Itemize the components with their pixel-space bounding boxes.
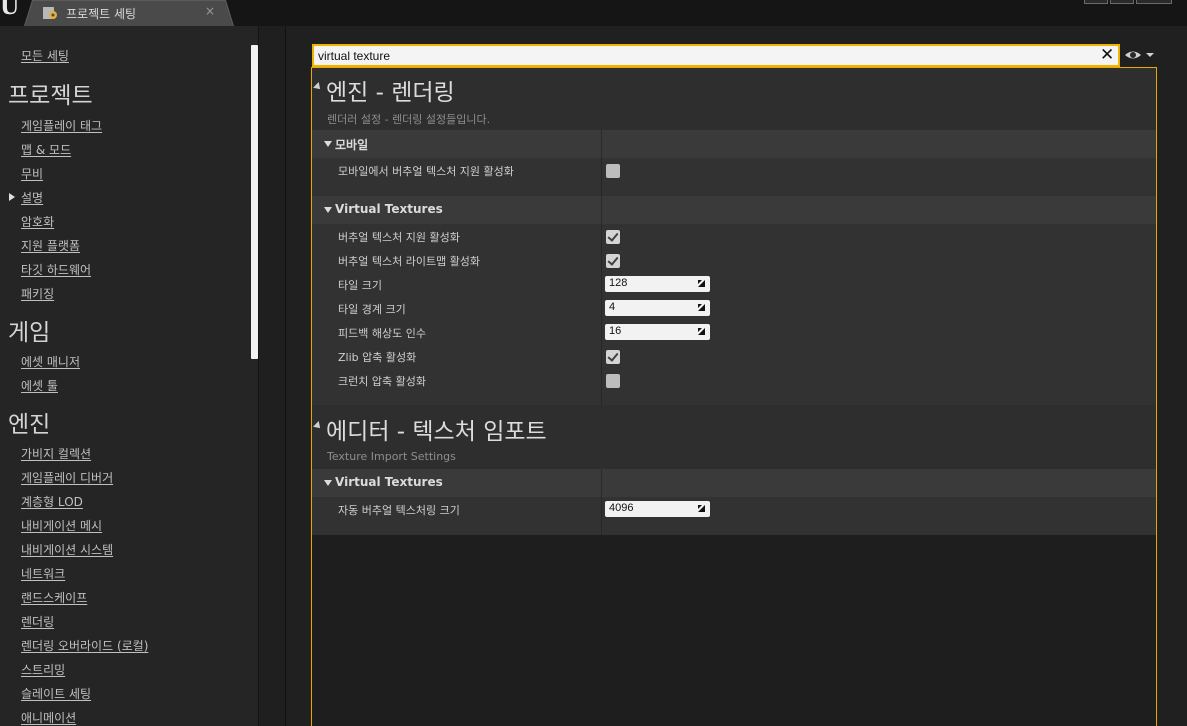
feedback-resolution-factor-field[interactable]: 16 <box>605 324 710 340</box>
sidebar-item-slate-settings[interactable]: 슬레이트 세팅 <box>21 685 91 702</box>
tile-border-size-field[interactable]: 4 <box>605 300 710 316</box>
virtual-texture-support-checkbox[interactable] <box>606 230 620 244</box>
sidebar-item-hierarchical-lod[interactable]: 계층형 LOD <box>21 493 83 510</box>
view-options-eye-icon[interactable] <box>1124 48 1156 62</box>
minimize-button[interactable] <box>1084 0 1108 4</box>
field-value: 4 <box>609 301 616 313</box>
spin-grip-icon[interactable] <box>698 328 705 335</box>
sidebar-item-description[interactable]: 설명 <box>21 189 43 206</box>
sidebar-item-target-hardware[interactable]: 타깃 하드웨어 <box>21 261 91 278</box>
column-split <box>601 497 602 535</box>
sidebar-item-encryption[interactable]: 암호화 <box>21 213 54 230</box>
virtual-texture-lightmap-checkbox[interactable] <box>606 254 620 268</box>
column-split <box>601 158 602 196</box>
field-value: 128 <box>609 277 628 289</box>
sidebar-item-rendering[interactable]: 렌더링 <box>21 613 54 630</box>
column-split <box>601 224 602 405</box>
zlib-compression-checkbox[interactable] <box>606 350 620 364</box>
section-title-engine-rendering: 엔진 - 렌더링 <box>326 80 455 106</box>
column-split <box>601 469 602 497</box>
sidebar-item-gameplay-tags[interactable]: 게임플레이 태그 <box>21 117 102 134</box>
property-label: 모바일에서 버추얼 텍스처 지원 활성화 <box>338 165 514 178</box>
sidebar-item-streaming[interactable]: 스트리밍 <box>21 661 65 678</box>
collapse-category-icon[interactable] <box>324 480 332 486</box>
expand-arrow-icon[interactable] <box>9 193 15 201</box>
sidebar-item-animation[interactable]: 애니메이션 <box>21 709 76 726</box>
tab-label: 프로젝트 세팅 <box>66 7 137 21</box>
property-label: 자동 버추얼 텍스처링 크기 <box>338 504 460 517</box>
search-input[interactable] <box>318 48 1078 64</box>
category-label: Virtual Textures <box>335 475 443 489</box>
category-virtual-textures-import[interactable]: Virtual Textures <box>312 469 1156 497</box>
property-label: 타일 크기 <box>338 279 382 292</box>
unreal-logo: U <box>0 0 20 20</box>
collapse-category-icon[interactable] <box>324 207 332 213</box>
project-settings-icon <box>43 7 57 19</box>
auto-virtual-texturing-size-field[interactable]: 4096 <box>605 501 710 517</box>
sidebar-item-movies[interactable]: 무비 <box>21 165 43 182</box>
sidebar-item-asset-manager[interactable]: 에셋 매니저 <box>21 353 80 370</box>
clear-search-icon[interactable]: ✕ <box>1100 46 1114 65</box>
pane-splitter[interactable] <box>258 26 286 726</box>
mobile-virtual-texture-checkbox[interactable] <box>606 164 620 178</box>
section-title-editor-texture-import: 에디터 - 텍스처 임포트 <box>326 419 547 445</box>
collapse-category-icon[interactable] <box>324 141 332 147</box>
section-subtitle: Texture Import Settings <box>327 450 456 463</box>
sidebar-item-rendering-overrides-local[interactable]: 렌더링 오버라이드 (로컬) <box>21 637 148 654</box>
maximize-button[interactable] <box>1110 0 1134 4</box>
field-value: 16 <box>609 325 622 337</box>
spin-grip-icon[interactable] <box>698 505 705 512</box>
sidebar-item-network[interactable]: 네트워크 <box>21 565 65 582</box>
category-label: 모바일 <box>335 138 369 152</box>
property-label: 버추얼 텍스처 라이트맵 활성화 <box>338 255 481 268</box>
tile-size-field[interactable]: 128 <box>605 276 710 292</box>
property-label: 버추얼 텍스처 지원 활성화 <box>338 231 460 244</box>
title-bar: U 프로젝트 세팅 × <box>0 0 1187 26</box>
spin-grip-icon[interactable] <box>698 280 705 287</box>
crunch-compression-checkbox[interactable] <box>606 374 620 388</box>
sidebar-item-supported-platforms[interactable]: 지원 플랫폼 <box>21 237 80 254</box>
property-label: 피드백 해상도 인수 <box>338 327 426 340</box>
close-window-button[interactable] <box>1136 0 1172 4</box>
field-value: 4096 <box>609 502 634 514</box>
spin-grip-icon[interactable] <box>698 304 705 311</box>
property-label: 타일 경계 크기 <box>338 303 406 316</box>
column-split <box>601 196 602 224</box>
sidebar-item-all-settings[interactable]: 모든 세팅 <box>21 47 69 64</box>
sidebar-item-packaging[interactable]: 패키징 <box>21 285 54 302</box>
category-label: Virtual Textures <box>335 202 443 216</box>
section-subtitle: 렌더러 설정 - 렌더링 설정들입니다. <box>327 113 491 126</box>
sidebar-item-asset-tools[interactable]: 에셋 툴 <box>21 377 58 394</box>
sidebar-item-landscape[interactable]: 랜드스케이프 <box>21 589 87 606</box>
sidebar-heading-project: 프로젝트 <box>8 83 93 109</box>
sidebar-heading-game: 게임 <box>8 320 51 346</box>
column-split <box>601 130 602 158</box>
search-bar[interactable]: ✕ <box>312 44 1120 67</box>
sidebar-item-navigation-system[interactable]: 내비게이션 시스템 <box>21 541 113 558</box>
sidebar-item-gameplay-debugger[interactable]: 게임플레이 디버거 <box>21 469 113 486</box>
sidebar-item-navigation-mesh[interactable]: 내비게이션 메시 <box>21 517 102 534</box>
settings-sidebar: 모든 세팅 프로젝트 게임플레이 태그 맵 & 모드 무비 설명 암호화 지원 … <box>0 26 258 726</box>
property-label: 크런치 압축 활성화 <box>338 375 426 388</box>
sidebar-item-garbage-collection[interactable]: 가비지 컬렉션 <box>21 445 91 462</box>
category-virtual-textures[interactable]: Virtual Textures <box>312 196 1156 224</box>
sidebar-item-maps-modes[interactable]: 맵 & 모드 <box>21 141 71 158</box>
property-group <box>312 224 1156 405</box>
tab-close-button[interactable]: × <box>205 4 215 18</box>
property-label: Zlib 압축 활성화 <box>338 351 417 364</box>
sidebar-scrollbar[interactable] <box>251 45 258 359</box>
sidebar-heading-engine: 엔진 <box>8 412 51 438</box>
category-mobile[interactable]: 모바일 <box>312 130 1156 158</box>
